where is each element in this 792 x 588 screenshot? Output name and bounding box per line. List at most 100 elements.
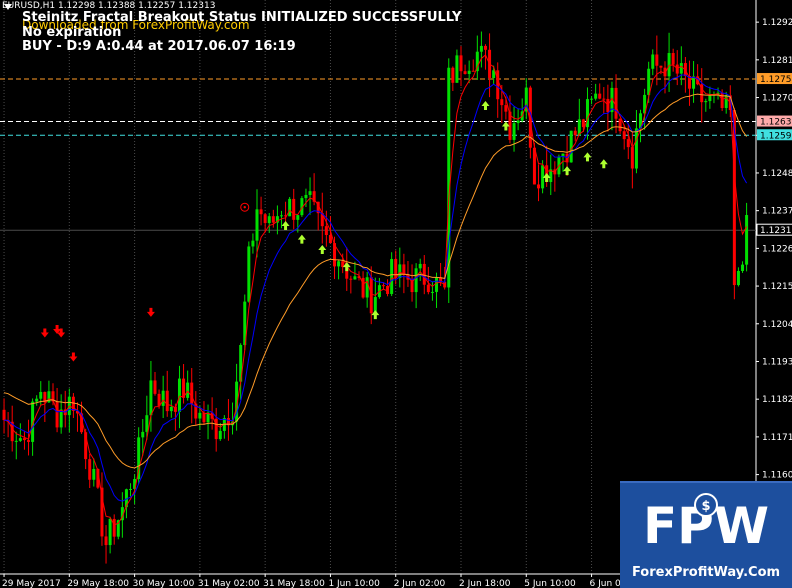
bull-candle	[141, 431, 145, 438]
price-tick-label: 1.12700	[762, 94, 792, 104]
price-tick-label: 1.12920	[762, 18, 792, 28]
bull-candle	[634, 128, 638, 169]
indicator-status: Steinitz Fractal Breakout Status INITIAL…	[22, 10, 462, 25]
bull-candle	[467, 70, 471, 74]
bear-candle	[675, 64, 679, 74]
down-arrow-signal	[146, 307, 155, 317]
indicator-expiry: No expiration	[22, 25, 122, 40]
bear-candle	[504, 105, 508, 112]
fpw-site-name: ForexProfitWay.Com	[631, 565, 781, 580]
price-tick-label: 1.12040	[762, 320, 792, 330]
time-tick-label: 30 May 10:00	[133, 579, 195, 588]
down-arrow-signal	[40, 328, 49, 338]
bear-candle	[271, 216, 275, 223]
bear-candle	[459, 55, 463, 72]
price-tick-label: 1.11600	[762, 471, 792, 481]
chart-window[interactable]: 1.12920 1.12810 1.12700 1.12590 1.12480 1.123…	[0, 0, 792, 588]
bull-candle	[414, 268, 418, 293]
bear-candle	[88, 459, 92, 480]
bull-candle	[255, 209, 259, 241]
bear-candle	[581, 119, 585, 128]
time-tick-label: 1 Jun 10:00	[328, 579, 380, 588]
bull-candle	[651, 54, 655, 69]
bull-candle	[267, 216, 271, 224]
bear-candle	[259, 209, 263, 215]
bull-candle	[679, 63, 683, 74]
bear-candle	[630, 147, 634, 169]
bull-candle	[108, 518, 112, 546]
bull-candle	[149, 380, 153, 416]
bear-candle	[190, 382, 194, 404]
bull-candle	[39, 391, 43, 399]
bull-candle	[667, 53, 671, 77]
bull-candle	[479, 45, 483, 52]
bull-candle	[145, 415, 149, 432]
up-arrow-signal	[599, 159, 608, 169]
up-arrow-signal	[281, 220, 290, 230]
bull-candle	[296, 215, 300, 220]
bear-candle	[463, 71, 467, 74]
bull-candle	[390, 258, 394, 294]
up-arrow-signal	[583, 152, 592, 162]
bear-candle	[153, 380, 157, 394]
bear-candle	[622, 131, 626, 140]
bear-candle	[496, 70, 500, 100]
bear-candle	[573, 130, 577, 136]
bull-candle	[129, 488, 133, 490]
bull-candle	[59, 409, 63, 428]
bear-candle	[426, 284, 430, 293]
bull-candle	[218, 430, 222, 440]
bear-candle	[381, 285, 385, 287]
bull-candle	[251, 240, 255, 247]
time-tick-label: 29 May 2017	[2, 579, 61, 588]
bull-candle	[304, 194, 308, 199]
price-tick-label: 1.11820	[762, 395, 792, 405]
price-tick-label: 1.12810	[762, 56, 792, 66]
bull-candle	[308, 191, 312, 195]
bull-candle	[569, 130, 573, 163]
bear-candle	[500, 99, 504, 106]
price-tick-label: 1.12370	[762, 207, 792, 217]
bear-candle	[626, 139, 630, 148]
bull-candle	[736, 270, 740, 286]
price-tick-label: 1.12150	[762, 282, 792, 292]
dollar-sign: $	[701, 499, 710, 514]
bear-candle	[27, 440, 31, 442]
bull-candle	[353, 276, 357, 280]
bear-candle	[112, 518, 116, 537]
bull-candle	[455, 55, 459, 83]
bull-candle	[741, 264, 745, 271]
bull-candle	[430, 291, 434, 293]
bear-candle	[422, 263, 426, 285]
cyan-level-label: 1.12590	[760, 131, 792, 141]
time-tick-label: 29 May 18:00	[67, 579, 129, 588]
time-tick-label: 31 May 18:00	[263, 579, 325, 588]
bear-candle	[22, 438, 26, 441]
bear-candle	[483, 45, 487, 50]
bear-candle	[598, 93, 602, 99]
bear-candle	[328, 234, 332, 244]
price-tick-label: 1.11930	[762, 357, 792, 367]
price-tick-label: 1.12260	[762, 244, 792, 254]
bull-candle	[418, 263, 422, 269]
bull-candle	[745, 215, 749, 265]
up-arrow-signal	[481, 100, 490, 110]
bull-candle	[92, 468, 96, 480]
bear-candle	[720, 92, 724, 109]
bear-candle	[55, 401, 59, 428]
bull-candle	[708, 95, 712, 102]
bear-candle	[369, 277, 373, 314]
bear-candle	[659, 65, 663, 68]
bull-candle	[279, 215, 283, 217]
bear-candle	[602, 98, 606, 100]
target-circle-dot	[243, 206, 246, 209]
orange-level-label: 1.12754	[760, 75, 792, 85]
up-arrow-signal	[297, 234, 306, 244]
bull-candle	[247, 246, 251, 302]
up-arrow-signal	[563, 166, 572, 176]
bull-candle	[14, 440, 18, 442]
white-level-label: 1.12630	[760, 118, 792, 128]
time-tick-label: 2 Jun 02:00	[394, 579, 446, 588]
current-price-label: 1.12313	[760, 226, 792, 236]
bull-candle	[365, 277, 369, 298]
